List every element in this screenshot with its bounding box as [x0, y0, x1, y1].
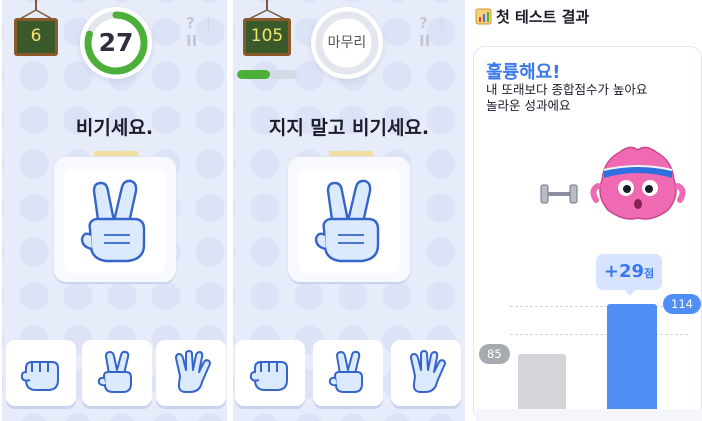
rock-hand-icon [249, 361, 288, 391]
pause-icon[interactable]: II [419, 32, 430, 50]
choice-scissors-button[interactable] [313, 340, 383, 406]
scissors-hand-icon [328, 350, 363, 393]
game-screen-2: 105 마무리 ? | II 지지 말고 비기세요. [233, 0, 465, 421]
result-desc-line-1: 내 또래보다 종합점수가 높아요 [486, 82, 648, 97]
divider: | [438, 14, 444, 32]
score-diff-unit: 점 [644, 267, 655, 280]
game-screen-1: 6 27 ? | II 비기세요. [2, 0, 227, 421]
timer-ring: 마무리 [311, 7, 383, 79]
choice-scissors-button[interactable] [82, 340, 152, 406]
result-description: 내 또래보다 종합점수가 높아요 놀라운 성과에요 [486, 82, 647, 114]
dumbbell-icon [540, 184, 578, 204]
choice-paper-button[interactable] [391, 340, 461, 406]
shown-hand-card [288, 157, 410, 282]
result-title: 훌륭해요! [486, 62, 561, 83]
bar-me-label: 114 [663, 294, 701, 314]
help-icon[interactable]: ? [419, 14, 428, 32]
bar-prev-label: 85 [479, 344, 510, 364]
pause-icon[interactable]: II [186, 32, 197, 50]
rock-hand-icon [20, 361, 59, 391]
scissors-hand-icon [314, 179, 380, 263]
mascot-character [590, 146, 686, 220]
divider: | [205, 14, 211, 32]
scissors-hand-icon [80, 179, 146, 263]
choice-rock-button[interactable] [6, 340, 76, 406]
level-number: 6 [14, 18, 58, 56]
dashed-line-me [510, 306, 688, 307]
bar-me [607, 304, 657, 412]
level-number: 105 [243, 18, 291, 56]
result-desc-line-2: 놀라운 성과에요 [486, 98, 571, 113]
dashed-line-prev [510, 334, 688, 335]
chart-icon [475, 8, 492, 25]
result-header-text: 첫 테스트 결과 [496, 8, 590, 26]
timer-ring: 27 [80, 7, 152, 79]
timer-seconds: 27 [98, 28, 134, 57]
result-header: 첫 테스트 결과 [475, 6, 589, 27]
shown-hand-card [54, 157, 176, 282]
score-diff-value: +29 [603, 261, 644, 282]
bar-prev [518, 354, 566, 412]
finish-label: 마무리 [327, 35, 367, 51]
scissors-hand-icon [97, 350, 132, 393]
score-diff-pointer [624, 289, 636, 296]
choice-paper-button[interactable] [156, 340, 226, 406]
paper-hand-icon [175, 350, 211, 393]
progress-bar [237, 70, 297, 79]
choice-rock-button[interactable] [235, 340, 305, 406]
instruction-text: 지지 말고 비기세요. [268, 117, 430, 139]
help-icon[interactable]: ? [186, 14, 195, 32]
chart-baseline [476, 409, 702, 421]
score-diff-box: +29점 [596, 254, 662, 290]
paper-hand-icon [410, 350, 446, 393]
instruction-text: 비기세요. [75, 117, 154, 139]
progress-fill [237, 70, 270, 79]
